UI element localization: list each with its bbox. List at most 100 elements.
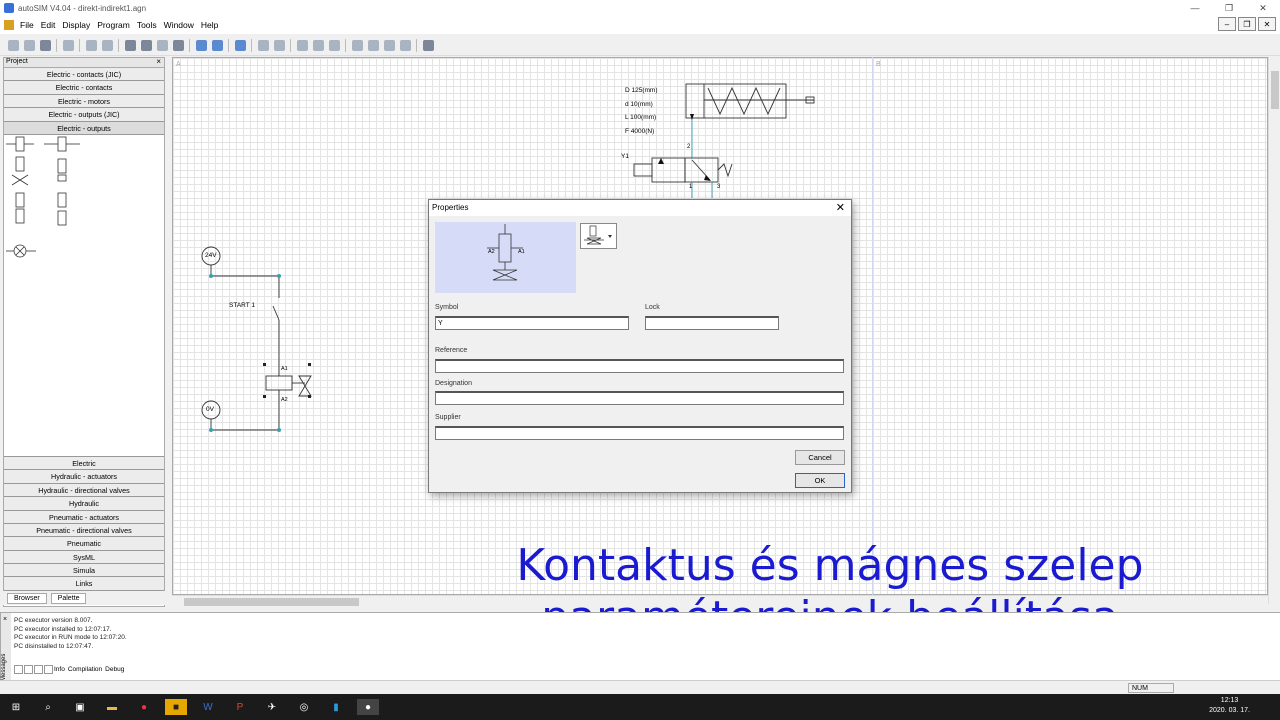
vertical-scroll-thumb[interactable]	[1271, 71, 1279, 109]
menu-file[interactable]: File	[20, 20, 34, 30]
category-electric[interactable]: Electric	[4, 456, 164, 471]
designation-input[interactable]	[435, 391, 844, 405]
menu-display[interactable]: Display	[62, 20, 90, 30]
draw-icon[interactable]	[274, 40, 285, 51]
menu-edit[interactable]: Edit	[41, 20, 56, 30]
port-2-label: 2	[687, 144, 691, 150]
category-electric-contacts-jic[interactable]: Electric - contacts (JIC)	[4, 68, 164, 82]
file-explorer-icon[interactable]: ▬	[101, 699, 123, 715]
menu-window[interactable]: Window	[164, 20, 194, 30]
task-view-icon[interactable]: ▣	[69, 699, 91, 715]
project-panel-close-icon[interactable]: ×	[156, 57, 161, 66]
prev-tab-nav-icon[interactable]	[24, 665, 33, 674]
zoom-out-icon[interactable]	[368, 40, 379, 51]
unlink-icon[interactable]	[212, 40, 223, 51]
ok-button[interactable]: OK	[795, 473, 845, 488]
cylinder-body	[685, 83, 787, 119]
symbol-input[interactable]: Y	[435, 316, 629, 330]
first-tab-nav-icon[interactable]	[14, 665, 23, 674]
category-electric-outputs-jic[interactable]: Electric - outputs (JIC)	[4, 108, 164, 122]
category-hydraulic[interactable]: Hydraulic	[4, 497, 164, 511]
new-icon[interactable]	[8, 40, 19, 51]
chevron-down-icon	[608, 235, 612, 238]
record-icon[interactable]	[235, 40, 246, 51]
chrome-icon[interactable]: ●	[133, 699, 155, 715]
stop-icon[interactable]	[141, 40, 152, 51]
spring-icon	[707, 86, 781, 116]
print-icon[interactable]	[63, 40, 74, 51]
category-pneumatic[interactable]: Pneumatic	[4, 537, 164, 551]
reference-input[interactable]	[435, 359, 844, 373]
coil-symbol	[15, 156, 25, 172]
category-hydraulic-directional-valves[interactable]: Hydraulic - directional valves	[4, 483, 164, 498]
last-tab-nav-icon[interactable]	[44, 665, 53, 674]
cut-icon[interactable]	[86, 40, 97, 51]
vertical-scrollbar[interactable]	[1268, 57, 1280, 604]
category-electric-outputs[interactable]: Electric - outputs	[4, 121, 164, 135]
category-sysml[interactable]: SysML	[4, 550, 164, 565]
paste-icon[interactable]	[329, 40, 340, 51]
category-links[interactable]: Links	[4, 577, 164, 591]
category-pneumatic-directional-valves[interactable]: Pneumatic - directional valves	[4, 523, 164, 538]
autosim-taskbar-icon[interactable]: ●	[357, 699, 379, 715]
doc-restore-button[interactable]: ❐	[1238, 17, 1256, 31]
cancel-button[interactable]: Cancel	[795, 450, 845, 465]
hydraulic-circuit[interactable]	[620, 80, 840, 200]
tab-browser[interactable]: Browser	[7, 592, 47, 604]
step-icon[interactable]	[157, 40, 168, 51]
app-icon-blue[interactable]: ▮	[325, 699, 347, 715]
page-icon[interactable]	[313, 40, 324, 51]
play-icon[interactable]	[173, 40, 184, 51]
app-icon-bird[interactable]: ✈	[261, 699, 283, 715]
tab-compilation[interactable]: Compilation	[68, 666, 102, 673]
sticky-notes-icon[interactable]: ■	[165, 699, 187, 715]
delete-icon[interactable]	[297, 40, 308, 51]
category-pneumatic-actuators[interactable]: Pneumatic - actuators	[4, 510, 164, 524]
word-icon[interactable]: W	[197, 699, 219, 715]
doc-close-button[interactable]: ✕	[1258, 17, 1276, 31]
dots-icon[interactable]	[258, 40, 269, 51]
link-icon[interactable]	[196, 40, 207, 51]
system-clock[interactable]: 12:13 2020. 03. 17.	[1209, 696, 1250, 716]
supplier-input[interactable]	[435, 426, 844, 440]
electric-circuit[interactable]	[195, 240, 325, 440]
copy-icon[interactable]	[102, 40, 113, 51]
zoom-in-icon[interactable]	[352, 40, 363, 51]
run-icon[interactable]	[125, 40, 136, 51]
zoom-area-icon[interactable]	[400, 40, 411, 51]
menu-tools[interactable]: Tools	[137, 20, 157, 30]
search-icon[interactable]: ⌕	[37, 699, 59, 715]
tab-info[interactable]: Info	[54, 666, 65, 673]
lock-input[interactable]	[645, 316, 779, 330]
category-electric-motors[interactable]: Electric - motors	[4, 94, 164, 109]
category-hydraulic-actuators[interactable]: Hydraulic - actuators	[4, 470, 164, 484]
close-window-button[interactable]: ✕	[1246, 0, 1280, 16]
powerpoint-icon[interactable]: P	[229, 699, 251, 715]
tab-palette[interactable]: Palette	[50, 592, 87, 604]
open-icon[interactable]	[24, 40, 35, 51]
category-electric-contacts[interactable]: Electric - contacts	[4, 81, 164, 95]
category-simula[interactable]: Simula	[4, 564, 164, 578]
supply-0v-label: 0V	[206, 406, 214, 413]
symbol-variant-dropdown[interactable]	[580, 223, 617, 249]
port-3-label: 3	[717, 184, 721, 190]
preview-valve-icon	[492, 269, 518, 281]
zoom-fit-icon[interactable]	[384, 40, 395, 51]
minimize-button[interactable]: —	[1178, 0, 1212, 16]
app-icon-disk[interactable]: ◎	[293, 699, 315, 715]
settings-icon[interactable]	[423, 40, 434, 51]
windows-start-icon[interactable]: ⊞	[5, 699, 27, 715]
start-contact	[272, 305, 280, 321]
dialog-close-icon[interactable]: ✕	[836, 200, 845, 216]
menu-bar: File Edit Display Program Tools Window H…	[0, 16, 1280, 34]
tab-debug[interactable]: Debug	[105, 666, 124, 673]
solenoid-actuator	[633, 163, 653, 177]
next-tab-nav-icon[interactable]	[34, 665, 43, 674]
messages-close-icon[interactable]: ×	[3, 616, 7, 623]
menu-program[interactable]: Program	[97, 20, 130, 30]
save-icon[interactable]	[40, 40, 51, 51]
doc-minimize-button[interactable]: –	[1218, 17, 1236, 31]
maximize-button[interactable]: ❐	[1212, 0, 1246, 16]
horizontal-scroll-thumb[interactable]	[184, 598, 359, 606]
menu-help[interactable]: Help	[201, 20, 218, 30]
